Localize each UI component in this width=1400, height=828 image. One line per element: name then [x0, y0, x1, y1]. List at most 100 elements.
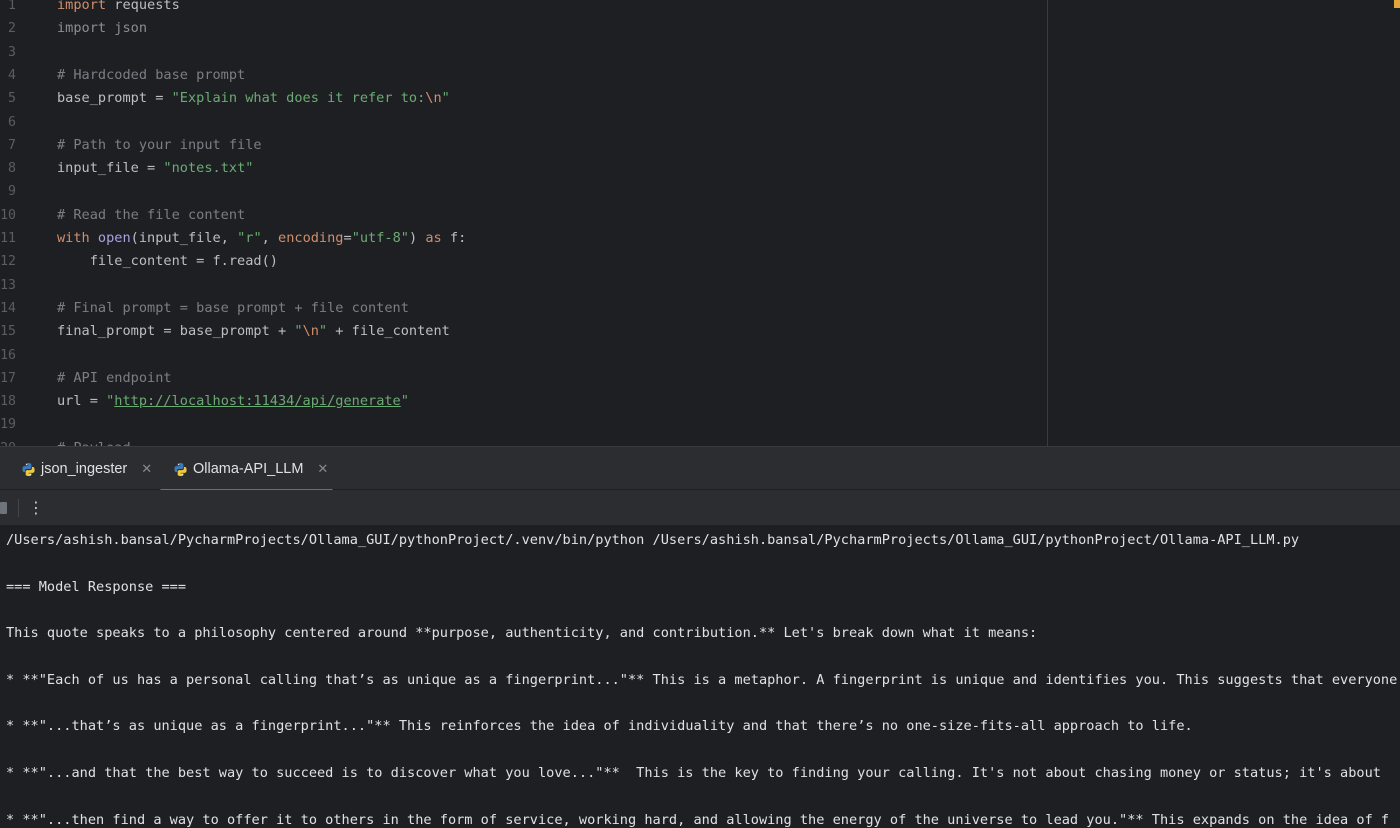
code-line[interactable]: 12 file_content = f.read() [0, 250, 1040, 273]
code-editor[interactable]: 1 import requests 2 import json 3 4 # Hardcode… [0, 0, 1400, 446]
code-line[interactable]: 17 # API endpoint [0, 367, 1040, 390]
code-line[interactable]: 15 final_prompt = base_prompt + "\n" + fi… [0, 320, 1040, 343]
code-string: "notes.txt" [163, 160, 254, 177]
code-line[interactable]: 10 # Read the file content [0, 204, 1040, 227]
tab-ollama-api-llm[interactable]: Ollama-API_LLM ✕ [160, 447, 333, 492]
code-line[interactable]: 4 # Hardcoded base prompt [0, 64, 1040, 87]
code-comment: # API endpoint [57, 369, 172, 386]
code-text: with open(input_file, "r", encoding="utf… [57, 227, 466, 250]
code-line[interactable]: 5 base_prompt = "Explain what does it ref… [0, 87, 1040, 110]
code-token: ) [408, 230, 426, 246]
code-token: = [343, 230, 352, 246]
line-number: 7 [8, 137, 16, 153]
line-number: 20 [0, 437, 16, 446]
code-text: file_content = f.read() [57, 250, 278, 273]
console-line: * **"Each of us has a personal calling t… [6, 671, 1398, 688]
line-number: 2 [8, 21, 16, 37]
code-token: url = [57, 393, 107, 410]
run-tool-window-tabs: json_ingester ✕ Ollama-API_LLM ✕ [0, 446, 1400, 492]
console-line: * **"...and that the best way to succeed… [6, 765, 1381, 781]
code-line[interactable]: 2 import json [0, 17, 1040, 40]
console-toolbar: ⋮ [0, 490, 1400, 526]
code-string: " [400, 393, 409, 410]
console-line: === Model Response === [6, 578, 187, 595]
code-token: final_prompt = base_prompt + [57, 323, 295, 340]
close-icon[interactable]: ✕ [317, 462, 328, 477]
code-string: " [441, 90, 450, 107]
code-text: input_file = "notes.txt" [57, 157, 253, 180]
code-token: requests [106, 0, 180, 13]
code-text: # Read the file content [57, 204, 245, 227]
code-line[interactable]: 20 # Payload [0, 437, 1040, 446]
right-margin-guide [1047, 0, 1048, 446]
warning-stripe-marker[interactable] [1394, 0, 1400, 8]
line-number: 9 [8, 184, 16, 200]
code-token: http://localhost:11434/api/generate [114, 393, 401, 410]
code-token: import [57, 0, 107, 13]
code-token: \n [425, 90, 442, 107]
code-line[interactable]: 1 import requests [0, 0, 1040, 17]
code-token: import json [57, 20, 148, 37]
code-token: input_file = [57, 160, 164, 177]
code-text: # Path to your input file [57, 134, 262, 157]
code-text: base_prompt = "Explain what does it refe… [57, 87, 450, 110]
code-token: f: [441, 230, 467, 246]
code-token: + file_content [327, 323, 450, 340]
console-output[interactable]: /Users/ashish.bansal/PycharmProjects/Oll… [0, 526, 1400, 828]
console-line: /Users/ashish.bansal/PycharmProjects/Oll… [6, 532, 1300, 548]
line-number: 1 [8, 0, 16, 13]
code-line[interactable]: 6 [0, 111, 1040, 134]
tab-json-ingester[interactable]: json_ingester ✕ [21, 447, 159, 491]
toolbar-divider [18, 499, 19, 517]
code-line[interactable]: 16 [0, 344, 1040, 367]
code-string: "Explain what does it refer to: [171, 90, 426, 107]
stop-icon[interactable] [0, 502, 7, 514]
line-number: 12 [0, 254, 16, 270]
line-number: 16 [0, 347, 16, 363]
code-comment: # Read the file content [57, 206, 246, 223]
line-number: 17 [0, 370, 16, 386]
line-number: 18 [0, 394, 16, 410]
line-number: 8 [8, 161, 16, 177]
line-number: 19 [0, 417, 16, 433]
python-icon [173, 462, 188, 477]
code-token: open [97, 230, 131, 246]
code-line[interactable]: 7 # Path to your input file [0, 134, 1040, 157]
code-token: as [425, 230, 442, 246]
code-text: final_prompt = base_prompt + "\n" + file… [57, 320, 450, 343]
close-icon[interactable]: ✕ [141, 462, 152, 477]
code-line[interactable]: 13 [0, 274, 1040, 297]
code-token: encoding [278, 230, 344, 246]
code-string: "utf-8" [351, 230, 409, 246]
code-string: " [318, 323, 328, 340]
code-comment: # Path to your input file [57, 136, 262, 153]
code-token: file_content = f.read() [57, 253, 278, 270]
line-number: 14 [0, 300, 16, 316]
console-line: * **"...then find a way to offer it to o… [6, 811, 1390, 828]
line-number: 5 [8, 91, 16, 107]
line-number: 15 [0, 324, 16, 340]
code-line[interactable]: 19 [0, 413, 1040, 436]
code-text: # Final prompt = base prompt + file cont… [57, 297, 409, 320]
code-text: import requests [57, 0, 180, 17]
code-line[interactable]: 11 with open(input_file, "r", encoding="u… [0, 227, 1040, 250]
code-line[interactable]: 14 # Final prompt = base prompt + file co… [0, 297, 1040, 320]
code-token: base_prompt = [57, 90, 172, 107]
tab-label: json_ingester [41, 461, 128, 477]
line-number: 13 [0, 277, 16, 293]
code-text: # Hardcoded base prompt [57, 64, 245, 87]
code-string: " [294, 323, 303, 340]
code-line[interactable]: 8 input_file = "notes.txt" [0, 157, 1040, 180]
code-line[interactable]: 9 [0, 180, 1040, 203]
tab-label: Ollama-API_LLM [193, 461, 304, 477]
code-line[interactable]: 3 [0, 41, 1040, 64]
code-comment: # Final prompt = base prompt + file cont… [57, 299, 409, 316]
more-options-icon[interactable]: ⋮ [27, 496, 45, 520]
line-number: 6 [8, 114, 16, 130]
code-line[interactable]: 18 url = "http://localhost:11434/api/gene… [0, 390, 1040, 413]
code-token: with [57, 230, 98, 246]
code-string: "r" [237, 230, 262, 246]
code-token: (input_file, [130, 230, 238, 246]
code-text: # API endpoint [57, 367, 172, 390]
line-number: 10 [0, 207, 16, 223]
